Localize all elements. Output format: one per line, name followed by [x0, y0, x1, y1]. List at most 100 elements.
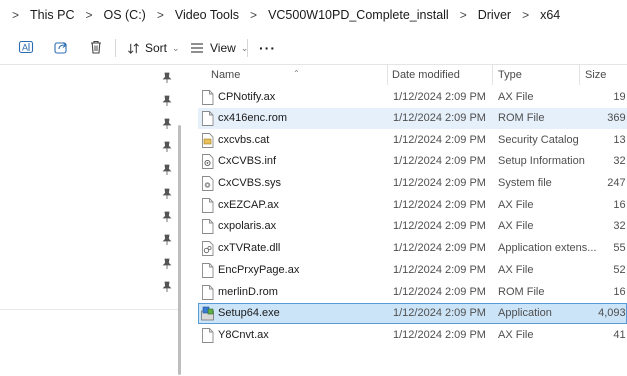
view-icon — [191, 43, 203, 53]
rename-icon[interactable]: A — [18, 39, 34, 55]
file-row[interactable]: cxTVRate.dll 1/12/2024 2:09 PM Applicati… — [198, 238, 627, 259]
breadcrumb-item-vc500[interactable]: VC500W10PD_Complete_install — [266, 6, 451, 24]
generic-file-icon — [202, 111, 214, 126]
column-header-type[interactable]: Type — [498, 69, 522, 81]
command-bar: A Sort ⌄ View ⌄ ··· — [0, 30, 627, 65]
generic-file-icon — [202, 198, 214, 213]
file-date: 1/12/2024 2:09 PM — [393, 134, 486, 146]
file-explorer-window: > This PC > OS (C:) > Video Tools > VC50… — [0, 0, 627, 376]
view-button[interactable]: View ⌄ — [190, 38, 248, 58]
share-icon[interactable] — [53, 39, 69, 55]
breadcrumb-separator[interactable]: > — [76, 8, 101, 22]
file-size: 32 K — [613, 155, 627, 167]
file-size: 16 K — [613, 286, 627, 298]
breadcrumb-separator[interactable]: > — [0, 8, 28, 22]
generic-file-icon — [202, 285, 214, 300]
column-header-row: ⌃ Name Date modified Type Size — [183, 65, 627, 85]
breadcrumb-item-video-tools[interactable]: Video Tools — [173, 6, 241, 24]
file-row[interactable]: CxCVBS.inf 1/12/2024 2:09 PM Setup Infor… — [198, 151, 627, 172]
file-row[interactable]: Y8Cnvt.ax 1/12/2024 2:09 PM AX File 41 K — [198, 325, 627, 346]
breadcrumb-item-this-pc[interactable]: This PC — [28, 6, 76, 24]
file-date: 1/12/2024 2:09 PM — [393, 199, 486, 211]
breadcrumb-separator[interactable]: > — [241, 8, 266, 22]
file-name: cx416enc.rom — [218, 112, 288, 124]
pin-icon[interactable] — [162, 164, 172, 176]
file-row[interactable]: CxCVBS.sys 1/12/2024 2:09 PM System file… — [198, 173, 627, 194]
file-row[interactable]: cxpolaris.ax 1/12/2024 2:09 PM AX File 3… — [198, 216, 627, 237]
file-size: 247 K — [607, 177, 627, 189]
file-date: 1/12/2024 2:09 PM — [393, 307, 486, 319]
file-row-selected[interactable]: Setup64.exe 1/12/2024 2:09 PM Applicatio… — [198, 303, 627, 324]
file-date: 1/12/2024 2:09 PM — [393, 264, 486, 276]
navigation-pane — [0, 65, 183, 376]
file-size: 19 K — [613, 91, 627, 103]
pin-icon[interactable] — [162, 118, 172, 130]
file-name: cxEZCAP.ax — [218, 199, 279, 211]
file-size: 369 K — [607, 112, 627, 124]
file-date: 1/12/2024 2:09 PM — [393, 220, 486, 232]
file-type: Security Catalog — [498, 134, 579, 146]
pin-icon[interactable] — [162, 234, 172, 246]
file-type: Application — [498, 307, 552, 319]
svg-text:A: A — [22, 43, 28, 53]
file-type: ROM File — [498, 112, 545, 124]
system-file-icon — [202, 176, 214, 191]
file-row[interactable]: cx416enc.rom 1/12/2024 2:09 PM ROM File … — [198, 108, 627, 129]
breadcrumb-item-os-c[interactable]: OS (C:) — [101, 6, 147, 24]
file-name: cxTVRate.dll — [218, 242, 281, 254]
file-name: cxpolaris.ax — [218, 220, 277, 232]
file-row[interactable]: merlinD.rom 1/12/2024 2:09 PM ROM File 1… — [198, 282, 627, 303]
delete-icon[interactable] — [88, 39, 104, 55]
column-divider[interactable] — [492, 65, 493, 85]
column-header-date[interactable]: Date modified — [392, 69, 460, 81]
pin-icon[interactable] — [162, 95, 172, 107]
file-date: 1/12/2024 2:09 PM — [393, 242, 486, 254]
breadcrumb-separator[interactable]: > — [513, 8, 538, 22]
column-header-name[interactable]: Name — [211, 69, 240, 81]
exe-installer-icon — [201, 306, 214, 321]
catalog-file-icon — [202, 133, 214, 148]
pin-icon[interactable] — [162, 258, 172, 270]
file-size: 52 K — [613, 264, 627, 276]
file-date: 1/12/2024 2:09 PM — [393, 177, 486, 189]
sort-label: Sort — [145, 41, 168, 55]
column-header-size[interactable]: Size — [585, 69, 606, 81]
column-divider[interactable] — [387, 65, 388, 85]
toolbar-divider — [115, 39, 116, 57]
file-name: CPNotify.ax — [218, 91, 276, 103]
more-options-button[interactable]: ··· — [259, 38, 276, 58]
sort-ascending-icon: ⌃ — [293, 69, 300, 78]
sort-button[interactable]: Sort ⌄ — [127, 38, 180, 58]
pin-icon[interactable] — [162, 141, 172, 153]
pin-icon[interactable] — [162, 211, 172, 223]
file-date: 1/12/2024 2:09 PM — [393, 112, 486, 124]
file-name: cxcvbs.cat — [218, 134, 270, 146]
breadcrumb-item-x64[interactable]: x64 — [538, 6, 562, 24]
pin-icon[interactable] — [162, 72, 172, 84]
file-size: 16 K — [613, 199, 627, 211]
file-name: merlinD.rom — [218, 286, 278, 298]
file-row[interactable]: cxEZCAP.ax 1/12/2024 2:09 PM AX File 16 … — [198, 195, 627, 216]
pin-icon[interactable] — [162, 188, 172, 200]
sort-icon — [128, 42, 139, 54]
file-row[interactable]: EncPrxyPage.ax 1/12/2024 2:09 PM AX File… — [198, 260, 627, 281]
file-size: 4,093 K — [598, 307, 627, 319]
view-label: View — [210, 41, 236, 55]
file-name: CxCVBS.inf — [218, 155, 277, 167]
file-type: Setup Information — [498, 155, 585, 167]
breadcrumb-separator[interactable]: > — [451, 8, 476, 22]
pin-icon[interactable] — [162, 281, 172, 293]
file-name: Y8Cnvt.ax — [218, 329, 269, 341]
file-date: 1/12/2024 2:09 PM — [393, 91, 486, 103]
file-date: 1/12/2024 2:09 PM — [393, 155, 486, 167]
nav-scrollbar[interactable] — [178, 125, 181, 375]
file-date: 1/12/2024 2:09 PM — [393, 329, 486, 341]
file-type: AX File — [498, 199, 534, 211]
generic-file-icon — [202, 90, 214, 105]
column-divider[interactable] — [579, 65, 580, 85]
breadcrumb-separator[interactable]: > — [148, 8, 173, 22]
file-row[interactable]: cxcvbs.cat 1/12/2024 2:09 PM Security Ca… — [198, 130, 627, 151]
nav-divider — [0, 309, 178, 310]
file-row[interactable]: CPNotify.ax 1/12/2024 2:09 PM AX File 19… — [198, 87, 627, 108]
breadcrumb-item-driver[interactable]: Driver — [476, 6, 513, 24]
